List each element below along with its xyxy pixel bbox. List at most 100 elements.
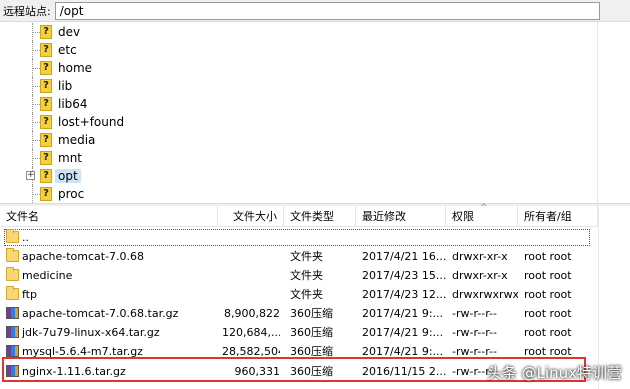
file-size: 120,684,... — [222, 326, 280, 339]
directory-tree[interactable]: ? dev ? etc ? home ? lib ? lib64 ? lost+… — [0, 22, 598, 203]
unknown-folder-icon: ? — [40, 97, 52, 111]
file-name: jdk-7u79-linux-x64.tar.gz — [22, 326, 160, 339]
tree-item-label[interactable]: dev — [58, 25, 80, 39]
file-type: 360压缩 — [290, 365, 333, 378]
watermark-text: 头条 @Linux特训营 — [486, 364, 622, 382]
tree-item-lost-found[interactable]: ? lost+found — [0, 113, 597, 131]
file-type: 文件夹 — [290, 269, 323, 282]
tree-connector — [32, 158, 40, 159]
table-row[interactable]: ftp 文件夹 2017/4/23 12... drwxrwxrwx root … — [0, 285, 598, 304]
archive-icon — [6, 365, 19, 377]
file-owner: root root — [524, 307, 572, 320]
file-name: medicine — [22, 269, 73, 282]
unknown-folder-icon: ? — [40, 43, 52, 57]
file-owner: root root — [524, 250, 572, 263]
file-size: 28,582,504 — [222, 345, 280, 358]
tree-item-lib[interactable]: ? lib — [0, 77, 597, 95]
table-row[interactable]: .. — [0, 228, 598, 247]
remote-site-bar: 远程站点: /opt — [0, 0, 630, 22]
column-header-size[interactable]: 文件大小 — [218, 206, 284, 227]
unknown-folder-icon: ? — [40, 115, 52, 129]
tree-item-media[interactable]: ? media — [0, 131, 597, 149]
archive-icon — [6, 345, 19, 357]
unknown-folder-icon: ? — [40, 151, 52, 165]
tree-connector — [32, 86, 40, 87]
file-type: 360压缩 — [290, 307, 333, 320]
table-row[interactable]: jdk-7u79-linux-x64.tar.gz 120,684,... 36… — [0, 323, 598, 342]
tree-item-label[interactable]: proc — [58, 187, 84, 201]
file-size — [222, 247, 280, 266]
table-row[interactable]: apache-tomcat-7.0.68.tar.gz 8,900,822 36… — [0, 304, 598, 323]
folder-icon — [6, 267, 19, 281]
file-name: mysql-5.6.4-m7.tar.gz — [22, 345, 143, 358]
file-permissions: drwxr-xr-x — [452, 250, 508, 263]
tree-connector — [32, 32, 40, 33]
file-owner: root root — [524, 288, 572, 301]
file-permissions: -rw-r--r-- — [452, 307, 497, 320]
tree-item-label[interactable]: media — [58, 133, 95, 147]
archive-icon — [6, 326, 19, 338]
file-name: nginx-1.11.6.tar.gz — [22, 365, 126, 378]
tree-item-label[interactable]: lost+found — [58, 115, 124, 129]
table-row[interactable]: apache-tomcat-7.0.68 文件夹 2017/4/21 16...… — [0, 247, 598, 266]
tree-connector — [32, 140, 40, 141]
column-header-modified[interactable]: 最近修改 — [356, 206, 446, 227]
tree-item-dev[interactable]: ? dev — [0, 23, 597, 41]
file-name: ftp — [22, 288, 37, 301]
file-size: 960,331 — [234, 365, 281, 378]
unknown-folder-icon: ? — [40, 25, 52, 39]
file-size — [222, 285, 280, 304]
tree-connector — [32, 194, 40, 195]
file-permissions: drwxr-xr-x — [452, 269, 508, 282]
folder-icon — [6, 248, 19, 262]
table-row[interactable]: medicine 文件夹 2017/4/23 15... drwxr-xr-x … — [0, 266, 598, 285]
tree-item-proc[interactable]: ? proc — [0, 185, 597, 203]
column-header-name[interactable]: 文件名 — [0, 206, 218, 227]
remote-site-label: 远程站点: — [3, 4, 51, 18]
file-permissions: -rw-r--r-- — [452, 326, 497, 339]
tree-item-lib64[interactable]: ? lib64 — [0, 95, 597, 113]
unknown-folder-icon: ? — [40, 169, 52, 183]
tree-item-label[interactable]: etc — [58, 43, 77, 57]
archive-icon — [6, 307, 19, 319]
tree-connector — [32, 104, 40, 105]
tree-item-home[interactable]: ? home — [0, 59, 597, 77]
tree-item-label[interactable]: opt — [55, 169, 81, 183]
file-type: 文件夹 — [290, 288, 323, 301]
tree-item-opt[interactable]: + ? opt — [0, 167, 597, 185]
folder-icon — [6, 286, 19, 300]
unknown-folder-icon: ? — [40, 79, 52, 93]
file-name: apache-tomcat-7.0.68 — [22, 250, 145, 263]
tree-item-mnt[interactable]: ? mnt — [0, 149, 597, 167]
tree-item-label[interactable]: lib64 — [58, 97, 88, 111]
file-modified: 2017/4/23 15... — [362, 269, 446, 282]
expand-icon[interactable]: + — [26, 171, 35, 180]
file-owner: root root — [524, 269, 572, 282]
file-modified: 2016/11/15 2... — [362, 365, 446, 378]
remote-path-input[interactable]: /opt — [54, 1, 600, 20]
unknown-folder-icon: ? — [40, 61, 52, 75]
file-type: 360压缩 — [290, 326, 333, 339]
file-modified: 2017/4/21 9:... — [362, 345, 444, 358]
file-permissions: -rw-r--r-- — [452, 345, 497, 358]
table-row[interactable]: mysql-5.6.4-m7.tar.gz 28,582,504 360压缩 2… — [0, 342, 598, 361]
tree-connector — [32, 122, 40, 123]
unknown-folder-icon: ? — [40, 187, 52, 201]
file-list-header: 文件名 文件大小 文件类型 最近修改 权限 所有者/组 ^ — [0, 203, 598, 227]
file-name: apache-tomcat-7.0.68.tar.gz — [22, 307, 179, 320]
tree-item-label[interactable]: home — [58, 61, 92, 75]
file-size — [222, 266, 280, 285]
tree-connector — [32, 68, 40, 69]
unknown-folder-icon: ? — [40, 133, 52, 147]
file-size: 8,900,822 — [224, 307, 280, 320]
tree-item-label[interactable]: lib — [58, 79, 72, 93]
file-modified: 2017/4/21 16... — [362, 250, 446, 263]
tree-item-etc[interactable]: ? etc — [0, 41, 597, 59]
file-type: 360压缩 — [290, 345, 333, 358]
column-header-type[interactable]: 文件类型 — [284, 206, 356, 227]
file-name: .. — [22, 231, 29, 244]
file-modified: 2017/4/23 12... — [362, 288, 446, 301]
folder-icon — [6, 229, 19, 243]
tree-item-label[interactable]: mnt — [58, 151, 82, 165]
column-header-owner[interactable]: 所有者/组 — [518, 206, 598, 227]
